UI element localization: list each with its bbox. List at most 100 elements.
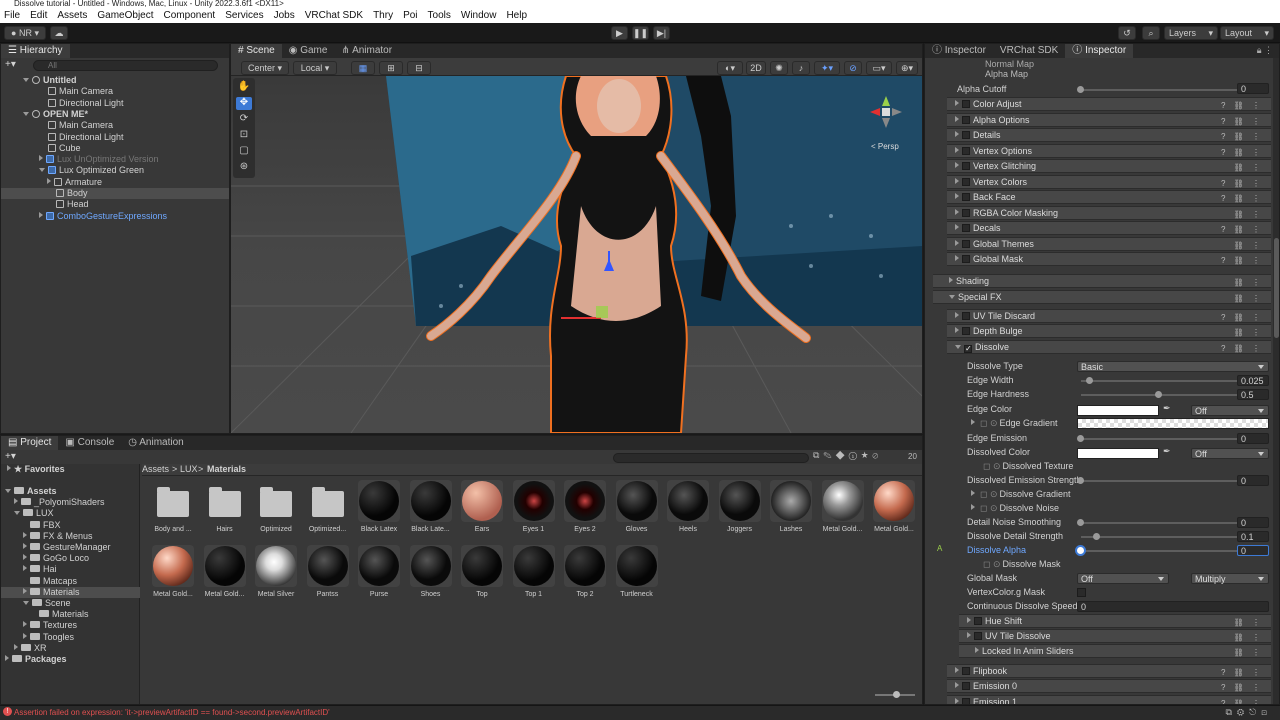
slider-track[interactable] <box>1081 550 1237 552</box>
project-tree-row[interactable]: LUX <box>1 508 140 519</box>
transform-tool-icon[interactable]: ⊛ <box>236 161 252 174</box>
dissolved-color-swatch[interactable] <box>1077 448 1159 459</box>
section-header[interactable]: Vertex Glitching ⛓ ⋮ <box>947 159 1271 173</box>
slider-knob[interactable] <box>1092 533 1100 540</box>
section-menu-icons[interactable]: ? ⛓ ⋮ <box>1221 130 1263 143</box>
slider-track[interactable] <box>1081 536 1237 538</box>
asset-item[interactable]: Heels <box>665 480 711 533</box>
asset-item[interactable]: Gloves <box>614 480 660 533</box>
tab-animator[interactable]: ⋔ Animator <box>334 44 399 58</box>
section-header[interactable]: ✓ Dissolve ? ⛓ ⋮ <box>947 340 1271 354</box>
texture-row[interactable]: ◻ ⊙ Dissolve Gradient <box>971 488 1071 501</box>
hierarchy-row[interactable]: OPEN ME* <box>1 109 229 120</box>
collapse-icon[interactable] <box>949 295 955 299</box>
asset-item[interactable]: Metal Gold... <box>820 480 866 533</box>
tab-console[interactable]: ▣ Console <box>58 436 121 450</box>
dissolved-color-mode-dropdown[interactable]: Off <box>1191 448 1269 459</box>
slider-track[interactable] <box>1081 89 1237 91</box>
tab-animation[interactable]: ◷ Animation <box>121 436 190 450</box>
section-checkbox[interactable] <box>974 617 982 625</box>
section-checkbox[interactable] <box>962 131 970 139</box>
section-header[interactable]: Locked In Anim Sliders ⛓ ⋮ <box>959 644 1271 658</box>
expand-icon[interactable] <box>955 224 959 230</box>
section-checkbox[interactable] <box>962 682 970 690</box>
expand-icon[interactable] <box>955 208 959 215</box>
zoom-slider[interactable] <box>875 691 915 698</box>
tab-hierarchy[interactable]: ☰ Hierarchy <box>1 44 70 58</box>
expand-icon[interactable] <box>5 655 9 661</box>
expand-icon[interactable] <box>23 621 27 628</box>
search-icon[interactable]: ⌕ <box>1142 26 1160 40</box>
dissolve-alpha-input[interactable]: 0 <box>1237 545 1269 556</box>
project-filter-icons[interactable]: ⧉✎◆ⓘ★⊘ <box>813 450 882 461</box>
rect-tool-icon[interactable]: ▢ <box>236 145 252 158</box>
slider-track[interactable] <box>1081 380 1237 382</box>
project-tree-row[interactable]: GoGo Loco <box>1 553 140 564</box>
space-dropdown[interactable]: Local ▾ <box>293 61 337 75</box>
section-checkbox[interactable] <box>962 327 970 335</box>
section-checkbox[interactable] <box>962 100 970 108</box>
asset-item[interactable]: Lashes <box>768 480 814 533</box>
hierarchy-row[interactable]: Lux Optimized Green <box>1 165 229 176</box>
tab-vrchat-sdk[interactable]: VRChat SDK <box>993 44 1065 58</box>
project-tree-row[interactable]: Toogles <box>1 632 140 643</box>
slider-knob[interactable] <box>1077 547 1084 554</box>
section-header[interactable]: Global Mask ? ⛓ ⋮ <box>947 252 1271 266</box>
collapse-icon[interactable] <box>14 511 20 516</box>
scale-tool-icon[interactable]: ⊡ <box>236 129 252 142</box>
texture-row[interactable]: ◻ ⊙ Dissolved Texture <box>983 460 1073 473</box>
section-menu-icons[interactable]: ? ⛓ ⋮ <box>1221 146 1263 159</box>
section-header[interactable]: UV Tile Discard ? ⛓ ⋮ <box>947 309 1271 323</box>
menu-services[interactable]: Services <box>225 10 263 21</box>
enabled-checkbox[interactable]: ✓ <box>964 345 972 353</box>
pivot-dropdown[interactable]: Center ▾ <box>241 61 289 75</box>
expand-icon[interactable] <box>949 277 953 283</box>
hierarchy-row[interactable]: Directional Light <box>1 132 229 143</box>
collapse-icon[interactable] <box>955 345 961 349</box>
section-header[interactable]: Alpha Options ? ⛓ ⋮ <box>947 112 1271 127</box>
expand-icon[interactable] <box>955 239 959 246</box>
increment-icon[interactable]: ⊟ <box>407 61 431 75</box>
section-menu-icons[interactable]: ⛓ ⋮ <box>1234 292 1263 305</box>
vertexcolor-mask-checkbox[interactable] <box>1077 588 1086 597</box>
hierarchy-row[interactable]: Main Camera <box>1 120 229 131</box>
slider-track[interactable] <box>1081 438 1237 440</box>
expand-icon[interactable] <box>955 115 959 122</box>
status-message[interactable]: Assertion failed on expression: 'it->pre… <box>14 708 330 717</box>
menu-gameobject[interactable]: GameObject <box>97 10 153 21</box>
hierarchy-search-input[interactable]: All <box>33 60 218 71</box>
section-menu-icons[interactable]: ⛓ ⋮ <box>1234 326 1263 339</box>
expand-icon[interactable] <box>971 419 975 425</box>
snap-increment-icon[interactable]: ⊞ <box>379 61 403 75</box>
section-menu-icons[interactable]: ? ⛓ ⋮ <box>1221 99 1263 112</box>
tab-project[interactable]: ▤ Project <box>1 436 59 450</box>
section-menu-icons[interactable]: ⛓ ⋮ <box>1234 239 1263 252</box>
project-tree-row[interactable]: FX & Menus <box>1 531 140 542</box>
slider-knob[interactable] <box>1077 435 1084 442</box>
section-menu-icons[interactable]: ? ⛓ ⋮ <box>1221 192 1263 205</box>
number-field[interactable]: 0.1 <box>1237 531 1269 542</box>
expand-icon[interactable] <box>23 531 27 538</box>
asset-item[interactable]: Body and ... <box>150 480 196 533</box>
toggle-2d-button[interactable]: 2D <box>746 61 766 75</box>
asset-item[interactable]: Metal Silver <box>253 545 299 598</box>
hierarchy-row[interactable]: Head <box>1 199 229 210</box>
hierarchy-row[interactable]: Main Camera <box>1 86 229 97</box>
section-header[interactable]: Emission 0 ? ⛓ ⋮ <box>947 679 1271 693</box>
expand-icon[interactable] <box>955 146 959 153</box>
asset-item[interactable]: Turtleneck <box>614 545 660 598</box>
expand-icon[interactable] <box>23 632 27 639</box>
expand-icon[interactable] <box>23 554 27 561</box>
lighting-icon[interactable]: ✺ <box>770 61 788 75</box>
layers-dropdown[interactable]: Layers ▾ <box>1164 26 1218 40</box>
asset-item[interactable]: Eyes 1 <box>511 480 557 533</box>
play-button[interactable]: ▶ <box>611 26 628 40</box>
menu-jobs[interactable]: Jobs <box>274 10 295 21</box>
global-mask-dropdown[interactable]: Off <box>1077 573 1169 584</box>
collapse-icon[interactable] <box>23 111 29 116</box>
section-menu-icons[interactable]: ⛓ ⋮ <box>1234 276 1263 289</box>
menu-file[interactable]: File <box>4 10 20 21</box>
expand-icon[interactable] <box>39 155 43 162</box>
asset-item[interactable]: Eyes 2 <box>562 480 608 533</box>
section-menu-icons[interactable]: ? ⛓ ⋮ <box>1221 681 1263 694</box>
